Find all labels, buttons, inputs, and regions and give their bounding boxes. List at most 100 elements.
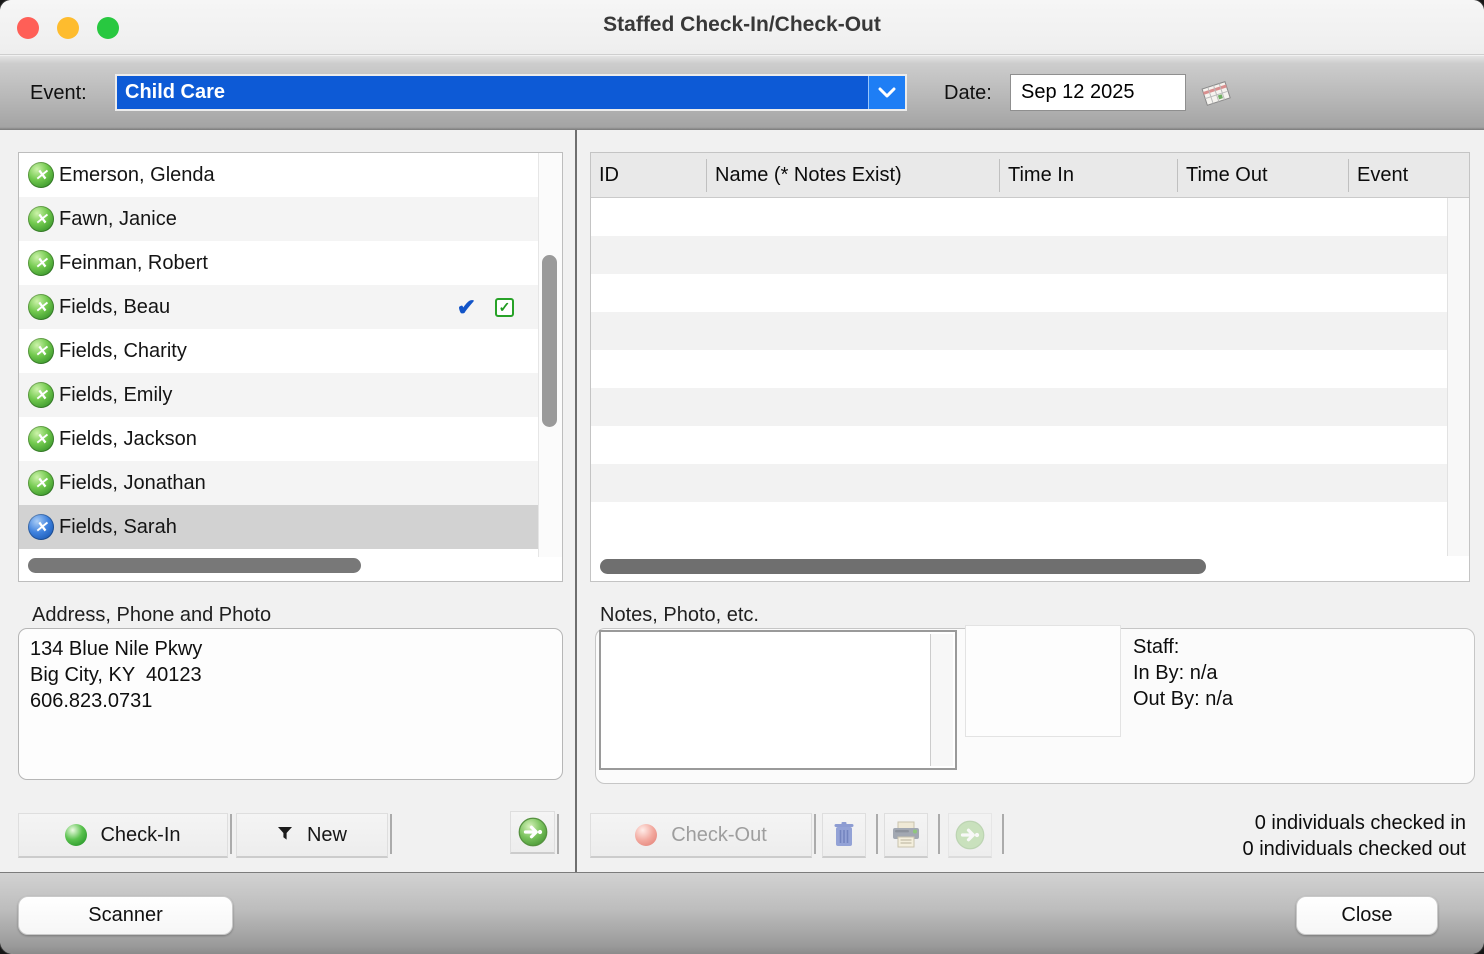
table-row [591, 274, 1447, 312]
roster-vertical-scrollbar-thumb[interactable] [542, 255, 557, 427]
red-ball-icon [635, 824, 658, 846]
scanner-label: Scanner [88, 904, 163, 926]
move-to-checkout-arrow-button-disabled[interactable] [948, 813, 992, 858]
button-separator [1002, 814, 1004, 854]
roster-horizontal-scrollbar-thumb[interactable] [28, 558, 361, 573]
table-row [591, 426, 1447, 464]
check-out-label: Check-Out [671, 823, 767, 846]
list-item-name: Fields, Sarah [59, 515, 177, 538]
list-item[interactable]: ✕ Feinman, Robert [19, 241, 538, 285]
close-button[interactable]: Close [1296, 896, 1438, 935]
status-x-icon: ✕ [28, 162, 54, 188]
close-label: Close [1341, 904, 1393, 926]
checked-in-checkbox-icon: ✓ [495, 297, 514, 317]
check-in-label: Check-In [100, 823, 181, 846]
chevron-down-icon[interactable] [868, 76, 905, 109]
date-label: Date: [944, 82, 992, 104]
scanner-button[interactable]: Scanner [18, 896, 233, 935]
list-item-name: Fields, Emily [59, 383, 173, 406]
notes-section-label: Notes, Photo, etc. [600, 604, 759, 626]
address-street: 134 Blue Nile Pkwy [30, 638, 203, 660]
print-icon-button[interactable] [884, 813, 928, 858]
list-item-selected[interactable]: ✕ Fields, Sarah [19, 505, 538, 549]
list-item[interactable]: ✕ Fields, Beau ✔ ✓ [19, 285, 538, 329]
staffed-checkin-window: Staffed Check-In/Check-Out Event: Child … [0, 0, 1484, 954]
status-x-icon: ✕ [28, 514, 54, 540]
address-section-label: Address, Phone and Photo [32, 604, 272, 626]
checked-out-count: 0 individuals checked out [1242, 838, 1466, 860]
new-label: New [306, 823, 347, 846]
column-header-name[interactable]: Name (* Notes Exist) [706, 158, 999, 192]
new-button[interactable]: New [236, 813, 388, 858]
status-x-icon: ✕ [28, 470, 54, 496]
list-item[interactable]: ✕ Fields, Jackson [19, 417, 538, 461]
button-separator [557, 814, 559, 854]
column-header-time-out[interactable]: Time Out [1177, 158, 1348, 192]
check-in-button[interactable]: Check-In [18, 813, 228, 858]
list-item-name: Fields, Beau [59, 295, 171, 318]
list-item-name: Emerson, Glenda [59, 163, 215, 186]
calendar-picker-icon[interactable] [1198, 76, 1234, 110]
button-separator [814, 814, 816, 854]
delete-trash-icon-button[interactable] [822, 813, 866, 858]
staff-info: Staff: In By: n/a Out By: n/a [1133, 634, 1233, 712]
table-header: ID Name (* Notes Exist) Time In Time Out… [591, 153, 1469, 198]
table-row [591, 350, 1447, 388]
check-counts: 0 individuals checked in 0 individuals c… [1046, 810, 1466, 862]
button-separator [938, 814, 940, 854]
green-ball-icon [65, 824, 88, 846]
event-selected-value: Child Care [125, 81, 226, 103]
list-item[interactable]: ✕ Fields, Charity [19, 329, 538, 373]
status-x-icon: ✕ [28, 382, 54, 408]
panel-divider [575, 130, 577, 872]
status-x-icon: ✕ [28, 206, 54, 232]
button-separator [230, 814, 232, 854]
column-header-time-in[interactable]: Time In [999, 158, 1177, 192]
status-x-icon: ✕ [28, 294, 54, 320]
address-panel: 134 Blue Nile Pkwy Big City, KY 40123 60… [18, 628, 563, 780]
staff-heading: Staff: [1133, 636, 1180, 658]
checked-in-check-icon: ✔ [456, 293, 476, 320]
staff-out-by: Out By: n/a [1133, 688, 1234, 710]
status-x-icon: ✕ [28, 338, 54, 364]
notes-textarea[interactable] [599, 630, 957, 770]
notes-scrollbar[interactable] [930, 634, 953, 766]
address-city: Big City, KY 40123 [30, 664, 202, 686]
photo-placeholder [965, 625, 1121, 737]
list-item[interactable]: ✕ Fawn, Janice [19, 197, 538, 241]
button-separator [390, 814, 392, 854]
address-phone: 606.823.0731 [30, 690, 153, 712]
column-header-event[interactable]: Event [1348, 158, 1469, 192]
status-x-icon: ✕ [28, 250, 54, 276]
table-row [591, 502, 1447, 540]
list-item[interactable]: ✕ Emerson, Glenda [19, 153, 538, 197]
table-row [591, 312, 1447, 350]
list-item-name: Fields, Charity [59, 339, 187, 362]
table-row [591, 388, 1447, 426]
filter-funnel-icon [277, 824, 293, 847]
table-horizontal-scrollbar-thumb[interactable] [600, 559, 1206, 574]
event-select[interactable]: Child Care [115, 74, 907, 111]
list-item-name: Feinman, Robert [59, 251, 208, 274]
list-item[interactable]: ✕ Fields, Emily [19, 373, 538, 417]
check-out-button[interactable]: Check-Out [590, 813, 812, 858]
button-separator [876, 814, 878, 854]
move-to-checkin-arrow-button[interactable] [510, 811, 555, 854]
list-item[interactable]: ✕ Fields, Jonathan [19, 461, 538, 505]
checked-in-count: 0 individuals checked in [1254, 812, 1466, 834]
table-body [591, 198, 1447, 540]
roster-rows: ✕ Emerson, Glenda ✕ Fawn, Janice ✕ Feinm… [19, 153, 538, 549]
table-vertical-scrollbar[interactable] [1447, 198, 1469, 556]
table-row [591, 198, 1447, 236]
column-header-id[interactable]: ID [591, 159, 706, 192]
list-item-name: Fawn, Janice [59, 207, 177, 230]
table-row [591, 464, 1447, 502]
list-item-name: Fields, Jonathan [59, 471, 206, 494]
staff-in-by: In By: n/a [1133, 662, 1218, 684]
table-row [591, 236, 1447, 274]
date-input[interactable]: Sep 12 2025 [1010, 74, 1186, 111]
title-bar: Staffed Check-In/Check-Out [0, 0, 1484, 55]
window-title: Staffed Check-In/Check-Out [603, 13, 881, 36]
list-item-name: Fields, Jackson [59, 427, 197, 450]
status-x-icon: ✕ [28, 426, 54, 452]
